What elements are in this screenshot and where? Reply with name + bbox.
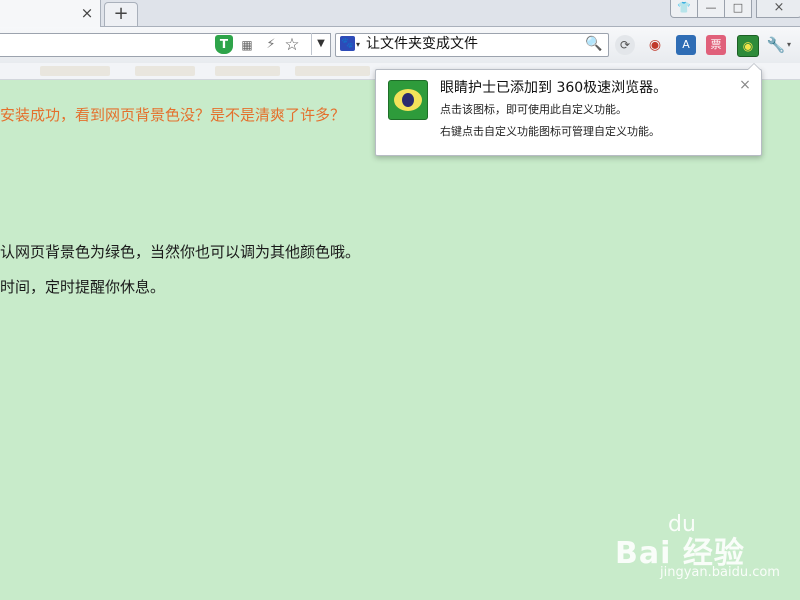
- star-icon[interactable]: ☆: [283, 36, 301, 54]
- search-query-text[interactable]: 让文件夹变成文件: [366, 36, 478, 53]
- close-window-button[interactable]: ×: [756, 0, 800, 18]
- tools-caret-icon[interactable]: ▾: [787, 40, 791, 49]
- bookmark-item[interactable]: [135, 66, 195, 76]
- qrcode-icon[interactable]: ▦: [238, 36, 256, 54]
- tab-close-button[interactable]: ×: [78, 3, 96, 23]
- close-icon[interactable]: ×: [737, 77, 753, 93]
- notification-text: 右键点击自定义功能图标可管理自定义功能。: [440, 125, 660, 138]
- content-text: 时间，定时提醒你休息。: [0, 278, 166, 296]
- content-text: 认网页背景色为绿色，当然你也可以调为其他颜色哦。: [0, 243, 361, 261]
- notification-title: 眼睛护士已添加到 360极速浏览器。: [440, 80, 668, 96]
- notification-pointer-fill: [748, 64, 760, 70]
- content-highlight-text: 安装成功，看到网页背景色没？是不是清爽了许多？: [0, 106, 346, 124]
- minimize-button[interactable]: —: [697, 0, 725, 18]
- refresh-extension-icon[interactable]: ⟳: [615, 35, 635, 55]
- tools-wrench-icon[interactable]: 🔧: [766, 35, 786, 55]
- address-dropdown-button[interactable]: ▼: [311, 33, 330, 55]
- skin-button[interactable]: 👕: [670, 0, 698, 18]
- new-tab-button[interactable]: +: [104, 2, 138, 26]
- translate-extension-icon[interactable]: A: [676, 35, 696, 55]
- search-icon[interactable]: 🔍: [585, 35, 603, 53]
- bookmark-item[interactable]: [215, 66, 280, 76]
- maximize-button[interactable]: □: [724, 0, 752, 18]
- search-engine-icon[interactable]: 🐾: [340, 36, 355, 51]
- flash-icon[interactable]: ⚡: [262, 36, 280, 54]
- baidu-paw-icon: du: [668, 512, 696, 537]
- shield-icon[interactable]: T: [215, 35, 233, 54]
- ticket-extension-icon[interactable]: 票: [706, 35, 726, 55]
- search-engine-caret-icon[interactable]: ▾: [356, 40, 360, 49]
- bookmark-item[interactable]: [40, 66, 110, 76]
- eye-extension-icon[interactable]: ◉: [645, 35, 665, 55]
- eye-pupil: [402, 93, 414, 107]
- watermark-url: jingyan.baidu.com: [660, 565, 780, 580]
- eyecare-extension-icon[interactable]: ◉: [737, 35, 759, 57]
- eyecare-extension-large-icon: [388, 80, 428, 120]
- address-bar[interactable]: [0, 33, 331, 57]
- bookmark-item[interactable]: [295, 66, 370, 76]
- notification-text: 点击该图标，即可使用此自定义功能。: [440, 103, 627, 116]
